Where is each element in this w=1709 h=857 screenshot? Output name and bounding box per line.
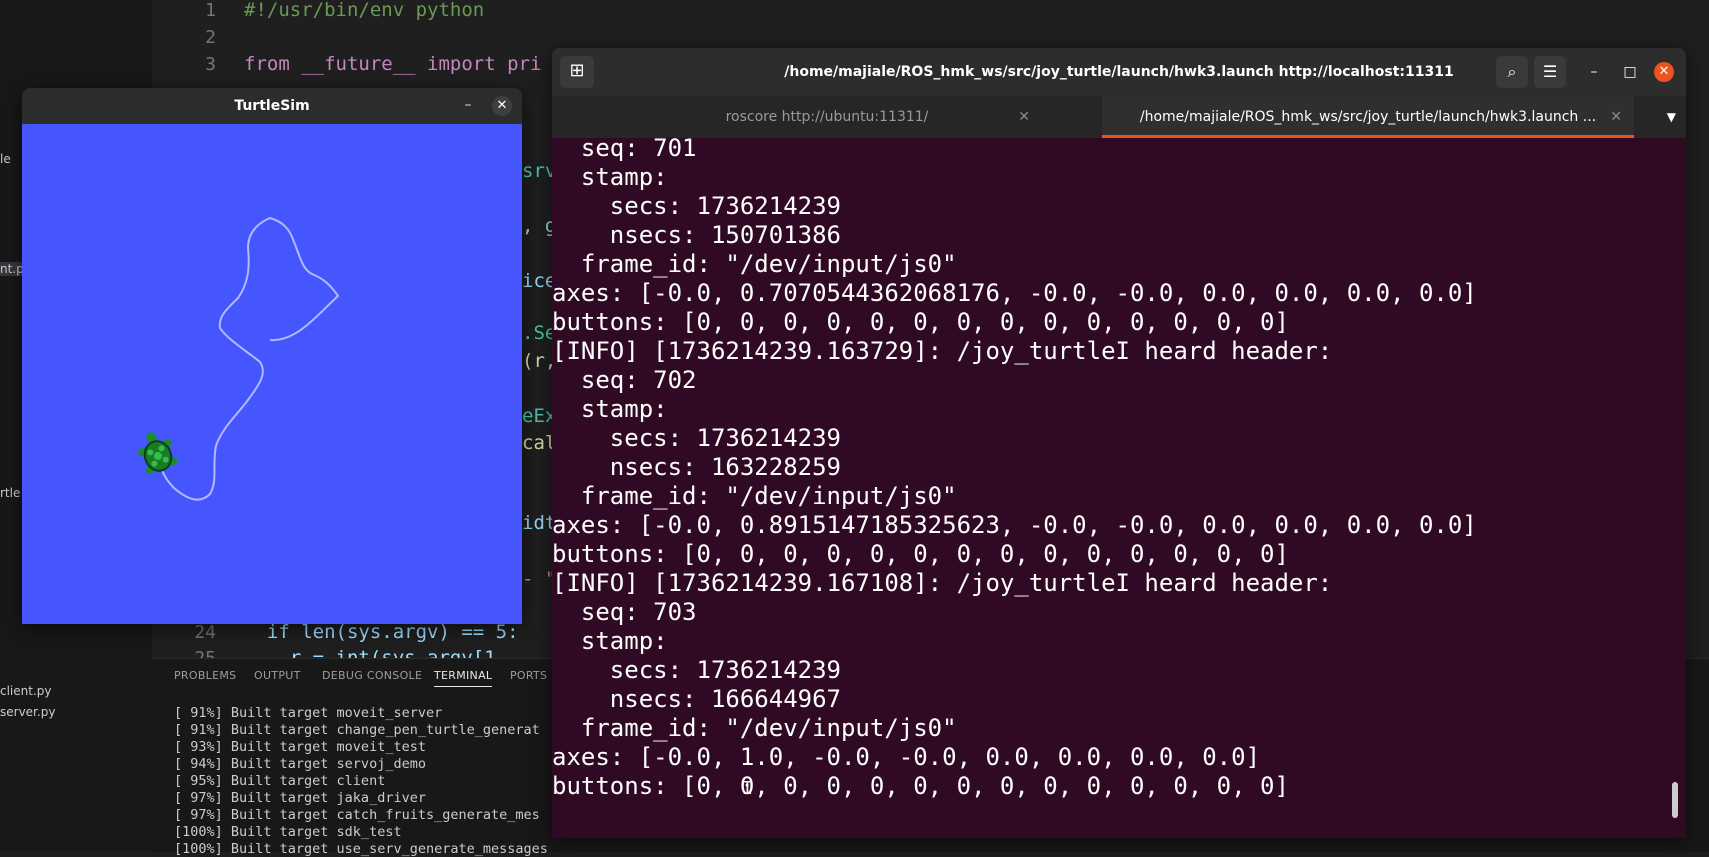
terminal-line: secs: 1736214239 [552, 192, 841, 220]
tab-debug-console[interactable]: DEBUG CONSOLE [322, 669, 422, 682]
turtle-drawing [137, 216, 340, 501]
tab-roscore[interactable]: roscore http://ubuntu:11311/ ✕ [552, 96, 1102, 138]
terminal-line: nsecs: 150701386 [552, 221, 841, 249]
tab-label: /home/majiale/ROS_hmk_ws/src/joy_turtle/… [1139, 109, 1597, 125]
maximize-icon[interactable]: □ [1616, 58, 1644, 86]
terminal-line: secs: 1736214239 [552, 656, 841, 684]
terminal-line: buttons: [0, 0, 0, 0, 0, 0, 0, 0, 0, 0, … [552, 540, 1289, 568]
build-output-line: [ 91%] Built target moveit_server [174, 705, 443, 721]
terminal-line: frame_id: "/dev/input/js0" [552, 250, 957, 278]
line-number: 2 [205, 27, 216, 48]
close-icon[interactable]: ✕ [1654, 62, 1674, 82]
terminal-line: frame_id: "/dev/input/js0" [552, 714, 957, 742]
code-line: #!/usr/bin/env python [244, 0, 485, 21]
text-cursor-icon: I [742, 778, 753, 799]
tab-label: roscore http://ubuntu:11311/ [725, 109, 929, 125]
chevron-down-icon[interactable]: ▼ [1667, 96, 1676, 138]
tab-terminal[interactable]: TERMINAL [434, 669, 493, 687]
line-number: 24 [194, 622, 216, 643]
search-icon[interactable]: ⌕ [1496, 56, 1528, 88]
tab-problems[interactable]: PROBLEMS [174, 669, 236, 682]
close-icon[interactable]: ✕ [1610, 96, 1622, 135]
terminal-line: nsecs: 163228259 [552, 453, 841, 481]
code-line: from __future__ import pri [244, 53, 542, 75]
explorer-item-client[interactable]: client.py [0, 684, 52, 698]
explorer-item-selected[interactable]: nt.p [0, 262, 24, 276]
explorer-item-server[interactable]: server.py [0, 705, 55, 719]
terminal-line: nsecs: 166644967 [552, 685, 841, 713]
terminal-line: stamp: [552, 163, 668, 191]
terminal-header-bar: ⊞ /home/majiale/ROS_hmk_ws/src/joy_turtl… [552, 48, 1686, 96]
tab-hwk3-launch[interactable]: /home/majiale/ROS_hmk_ws/src/joy_turtle/… [1102, 96, 1634, 138]
close-icon[interactable]: ✕ [1018, 96, 1030, 138]
code-line: if len(sys.argv) == 5: [244, 621, 519, 643]
turtle-icon [137, 432, 178, 474]
terminal-line: frame_id: "/dev/input/js0" [552, 482, 957, 510]
terminal-line: axes: [-0.0, 0.7070544362068176, -0.0, -… [552, 279, 1477, 307]
line-number: 3 [205, 54, 216, 75]
terminal-line: buttons: [0, 0, 0, 0, 0, 0, 0, 0, 0, 0, … [552, 308, 1289, 336]
close-icon[interactable]: ✕ [492, 96, 512, 116]
build-output-line: [100%] Built target sdk_test [174, 824, 402, 840]
build-output-line: [ 93%] Built target moveit_test [174, 739, 426, 755]
turtle-trail [157, 216, 340, 501]
build-output-line: [ 97%] Built target catch_fruits_generat… [174, 807, 540, 823]
line-number: 1 [205, 0, 216, 21]
terminal-line: buttons: [0, 0, 0, 0, 0, 0, 0, 0, 0, 0, … [552, 772, 1289, 800]
tab-ports[interactable]: PORTS [510, 669, 547, 682]
build-output-line: [100%] Built target use_serv_generate_me… [174, 841, 548, 857]
build-output-line: [ 91%] Built target change_pen_turtle_ge… [174, 722, 540, 738]
build-output-line: [ 95%] Built target client [174, 773, 386, 789]
terminal-line: secs: 1736214239 [552, 424, 841, 452]
terminal-window[interactable]: ⊞ /home/majiale/ROS_hmk_ws/src/joy_turtl… [552, 48, 1686, 838]
minimize-icon[interactable]: – [1580, 58, 1608, 86]
minimize-icon[interactable]: – [456, 94, 480, 118]
turtlesim-canvas [22, 124, 522, 624]
terminal-line: seq: 701 [552, 134, 697, 162]
menu-icon[interactable]: ☰ [1534, 56, 1566, 88]
terminal-line: stamp: [552, 627, 668, 655]
turtlesim-title: TurtleSim [234, 98, 310, 114]
terminal-line: seq: 702 [552, 366, 697, 394]
terminal-output[interactable]: seq: 701 stamp: secs: 1736214239 nsecs: … [552, 134, 1686, 838]
turtlesim-window[interactable]: TurtleSim – ✕ [22, 88, 522, 624]
build-output-line: [ 97%] Built target jaka_driver [174, 790, 426, 806]
terminal-line: [INFO] [1736214239.163729]: /joy_turtleI… [552, 337, 1333, 365]
explorer-item[interactable]: le [0, 152, 11, 166]
terminal-scrollbar[interactable] [1672, 782, 1678, 818]
terminal-line: seq: 703 [552, 598, 697, 626]
build-output-line: [ 94%] Built target servoj_demo [174, 756, 426, 772]
terminal-line: [INFO] [1736214239.167108]: /joy_turtleI… [552, 569, 1333, 597]
terminal-line: axes: [-0.0, 0.8915147185325623, -0.0, -… [552, 511, 1477, 539]
terminal-line: stamp: [552, 395, 668, 423]
terminal-line: axes: [-0.0, 1.0, -0.0, -0.0, 0.0, 0.0, … [552, 743, 1261, 771]
explorer-item[interactable]: rtle [0, 486, 20, 500]
tab-output[interactable]: OUTPUT [254, 669, 301, 682]
terminal-tab-bar: roscore http://ubuntu:11311/ ✕ /home/maj… [552, 96, 1686, 138]
